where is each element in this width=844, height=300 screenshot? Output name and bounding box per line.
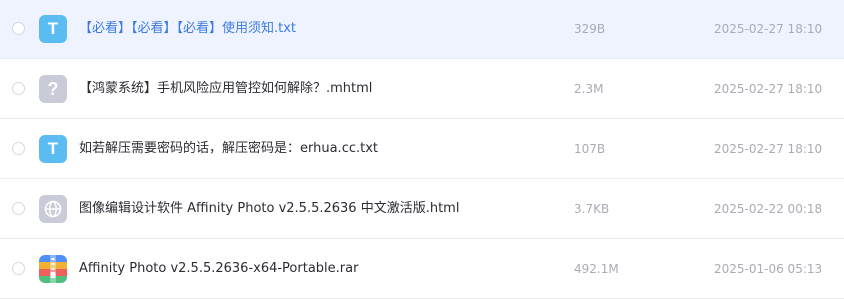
archive-file-icon xyxy=(39,255,67,283)
file-date: 2025-02-27 18:10 xyxy=(714,82,823,96)
row-checkbox[interactable] xyxy=(12,82,25,95)
web-file-icon xyxy=(39,195,67,223)
file-row[interactable]: T 【必看】【必看】【必看】使用须知.txt 329B 2025-02-27 1… xyxy=(0,0,844,59)
row-checkbox[interactable] xyxy=(12,142,25,155)
file-date: 2025-02-22 00:18 xyxy=(714,202,823,216)
txt-file-icon: T xyxy=(39,15,67,43)
row-checkbox[interactable] xyxy=(12,262,25,275)
file-date: 2025-02-27 18:10 xyxy=(714,142,823,156)
file-name[interactable]: 【必看】【必看】【必看】使用须知.txt xyxy=(79,20,296,38)
txt-file-icon: T xyxy=(39,135,67,163)
file-name[interactable]: Affinity Photo v2.5.5.2636-x64-Portable.… xyxy=(79,260,358,278)
file-row[interactable]: 图像编辑设计软件 Affinity Photo v2.5.5.2636 中文激活… xyxy=(0,180,844,239)
file-row[interactable]: ? 【鸿蒙系统】手机风险应用管控如何解除？.mhtml 2.3M 2025-02… xyxy=(0,60,844,119)
file-date: 2025-01-06 05:13 xyxy=(714,262,823,276)
file-size: 3.7KB xyxy=(574,202,610,216)
file-date: 2025-02-27 18:10 xyxy=(714,22,823,36)
file-size: 492.1M xyxy=(574,262,619,276)
globe-icon xyxy=(44,200,62,218)
file-name[interactable]: 如若解压需要密码的话，解压密码是：erhua.cc.txt xyxy=(79,140,378,158)
file-size: 107B xyxy=(574,142,606,156)
file-size: 2.3M xyxy=(574,82,604,96)
file-row[interactable]: Affinity Photo v2.5.5.2636-x64-Portable.… xyxy=(0,240,844,299)
file-name[interactable]: 【鸿蒙系统】手机风险应用管控如何解除？.mhtml xyxy=(79,80,372,98)
file-name[interactable]: 图像编辑设计软件 Affinity Photo v2.5.5.2636 中文激活… xyxy=(79,200,459,218)
file-list: T 【必看】【必看】【必看】使用须知.txt 329B 2025-02-27 1… xyxy=(0,0,844,300)
rar-archive-icon xyxy=(39,255,67,283)
row-checkbox[interactable] xyxy=(12,22,25,35)
file-size: 329B xyxy=(574,22,606,36)
unknown-file-icon: ? xyxy=(39,75,67,103)
row-checkbox[interactable] xyxy=(12,202,25,215)
file-row[interactable]: T 如若解压需要密码的话，解压密码是：erhua.cc.txt 107B 202… xyxy=(0,120,844,179)
